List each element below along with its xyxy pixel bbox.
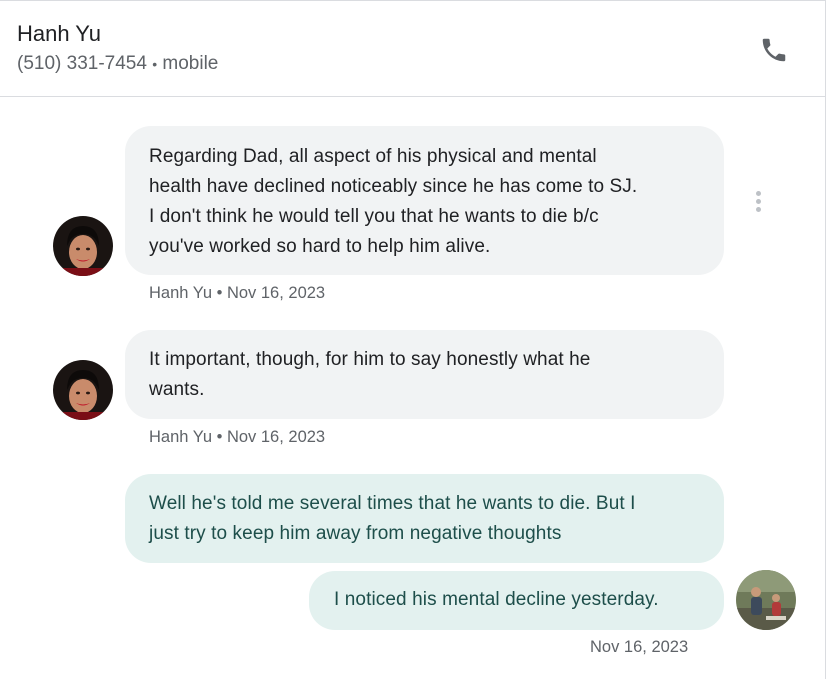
message-line: Regarding Dad, all aspect of his physica… — [149, 146, 597, 167]
contact-phone-type: mobile — [162, 53, 219, 74]
conversation-view: Hanh Yu (510) 331-7454 • mobile Regardin… — [0, 0, 826, 679]
message-bubble-outgoing[interactable]: Well he's told me several times that he … — [125, 474, 724, 563]
avatar-photo — [53, 216, 113, 276]
self-avatar[interactable] — [736, 570, 796, 630]
avatar-photo — [53, 360, 113, 420]
call-button[interactable] — [754, 30, 794, 70]
message-line: wants. — [149, 379, 205, 400]
sender-avatar[interactable] — [53, 360, 113, 420]
contact-phone-line: (510) 331-7454 • mobile — [17, 53, 218, 75]
message-meta: Hanh Yu • Nov 16, 2023 — [149, 428, 326, 446]
conversation-header: Hanh Yu (510) 331-7454 • mobile — [0, 1, 825, 97]
phone-icon — [762, 38, 786, 62]
message-line: health have declined noticeably since he… — [149, 176, 638, 197]
message-line: I noticed his mental decline yesterday. — [334, 589, 659, 610]
message-meta: Hanh Yu • Nov 16, 2023 — [149, 284, 326, 302]
message-line: you've worked so hard to help him alive. — [149, 236, 491, 257]
message-line: Well he's told me several times that he … — [149, 493, 636, 514]
more-vert-dot — [755, 206, 761, 212]
message-bubble-incoming[interactable]: Regarding Dad, all aspect of his physica… — [125, 126, 724, 275]
message-bubble-outgoing[interactable]: I noticed his mental decline yesterday. — [309, 571, 724, 630]
message-bubble-incoming[interactable]: It important, though, for him to say hon… — [125, 330, 724, 419]
more-vert-icon — [755, 190, 761, 196]
message-more-button[interactable] — [748, 185, 768, 217]
separator-dot: • — [152, 56, 158, 72]
message-meta: Nov 16, 2023 — [590, 638, 689, 656]
more-vert-dot — [755, 198, 761, 204]
sender-avatar[interactable] — [53, 216, 113, 276]
message-line: I don't think he would tell you that he … — [149, 206, 599, 227]
message-line: just try to keep him away from negative … — [149, 523, 562, 544]
avatar-photo — [736, 570, 796, 630]
contact-phone: (510) 331-7454 — [17, 53, 147, 74]
message-line: It important, though, for him to say hon… — [149, 349, 591, 370]
contact-name: Hanh Yu — [17, 21, 102, 46]
